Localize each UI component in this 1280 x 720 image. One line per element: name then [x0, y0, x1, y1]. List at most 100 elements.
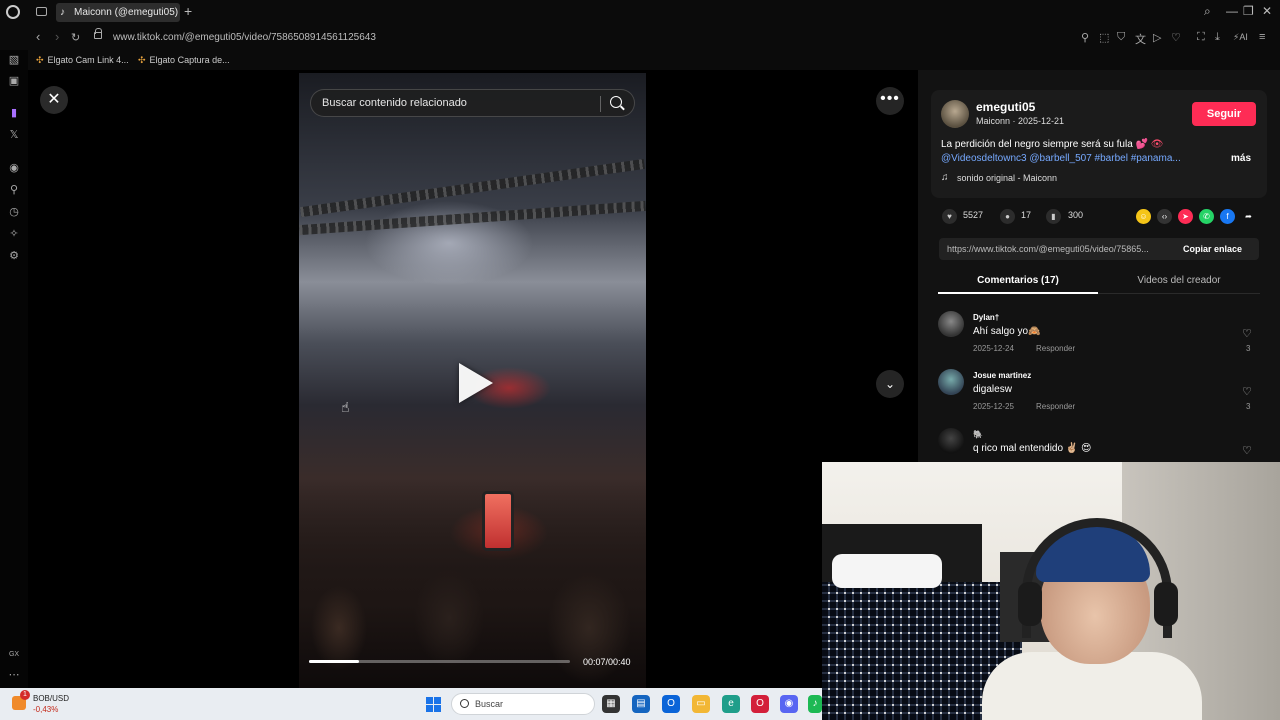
like-icon[interactable]: ♥: [942, 209, 957, 224]
commenter-avatar[interactable]: [938, 428, 964, 454]
extensions-icon[interactable]: ✧: [8, 227, 20, 240]
tab-creator-videos[interactable]: Videos del creador: [1098, 275, 1260, 286]
commenter-avatar[interactable]: [938, 311, 964, 337]
messenger-icon[interactable]: ▣: [8, 74, 20, 87]
more-link[interactable]: más: [1231, 153, 1251, 164]
copy-link-button[interactable]: Copiar enlace: [1183, 244, 1242, 254]
tab-bar: ♪ Maiconn (@emeguti05) | T + ⌕ — ❐ ✕: [0, 0, 1280, 24]
opera-gx-taskbar-icon[interactable]: O: [751, 695, 769, 713]
settings-icon[interactable]: ⚙: [8, 249, 20, 262]
spotify-icon[interactable]: ♪: [808, 695, 822, 713]
more-options-button[interactable]: •••: [876, 87, 904, 115]
restore-icon[interactable]: ❐: [1243, 4, 1254, 18]
back-icon[interactable]: ‹: [36, 29, 40, 44]
snapshot-icon[interactable]: ⬚: [1099, 31, 1109, 44]
translate-icon[interactable]: 文: [1135, 31, 1146, 47]
facebook-icon[interactable]: f: [1220, 209, 1235, 224]
search-icon[interactable]: [610, 96, 622, 108]
share-link[interactable]: https://www.tiktok.com/@emeguti05/video/…: [947, 244, 1149, 254]
minimize-icon[interactable]: —: [1226, 4, 1238, 18]
video-player[interactable]: Buscar contenido relacionado ☝ 00:07/00:…: [299, 73, 646, 688]
tab-islands-icon[interactable]: [36, 7, 47, 16]
whatsapp-icon[interactable]: ✆: [1199, 209, 1214, 224]
author-subline: Maiconn · 2025-12-21: [976, 116, 1065, 126]
start-icon[interactable]: [426, 697, 441, 712]
heart-icon[interactable]: ♡: [1171, 31, 1181, 44]
comment-text: q rico mal entendido ✌🏼 😍: [973, 443, 1092, 454]
comment-user[interactable]: 🐘: [973, 430, 983, 439]
author-handle[interactable]: emeguti05: [976, 100, 1035, 114]
comment-icon[interactable]: ●: [1000, 209, 1015, 224]
flow-icon[interactable]: ▷: [1153, 31, 1161, 44]
author-avatar[interactable]: [941, 100, 969, 128]
bookmark-item[interactable]: ✣ Elgato Cam Link 4...: [36, 55, 129, 66]
forward-icon[interactable]: ›: [55, 29, 59, 44]
new-tab-button[interactable]: +: [184, 3, 192, 19]
pin-icon[interactable]: ⚲: [1081, 31, 1089, 44]
close-video-button[interactable]: ✕: [40, 86, 68, 114]
x-icon[interactable]: 𝕏: [8, 128, 20, 141]
emoji-share-icon[interactable]: ☺: [1136, 209, 1151, 224]
comment-user[interactable]: Dylan†: [973, 313, 999, 322]
discord-icon[interactable]: ◉: [780, 695, 798, 713]
comment-like-count: 3: [1246, 344, 1251, 353]
file-explorer-icon[interactable]: ▭: [692, 695, 710, 713]
pinboard-icon[interactable]: ⚲: [8, 183, 20, 196]
tab-comments[interactable]: Comentarios (17): [938, 275, 1098, 286]
video-stage: ✕ ••• ⌄ Buscar contenido relacionado ☝ 0…: [28, 70, 918, 688]
tab-tiktok[interactable]: ♪ Maiconn (@emeguti05) | T: [56, 3, 180, 22]
tiktok-icon: ♪: [60, 7, 65, 18]
reply-button[interactable]: Responder: [1036, 344, 1075, 353]
music-credit[interactable]: sonido original - Maiconn: [957, 173, 1057, 183]
webcam-pillow: [832, 554, 942, 588]
close-window-icon[interactable]: ✕: [1262, 4, 1272, 18]
ticker-symbol[interactable]: BOB/USD: [33, 694, 69, 703]
next-video-button[interactable]: ⌄: [876, 370, 904, 398]
comment-user[interactable]: Josue martinez: [973, 371, 1031, 380]
task-view-icon[interactable]: ▦: [602, 695, 620, 713]
ai-icon[interactable]: ⚡AI: [1233, 32, 1248, 43]
comment-like-icon[interactable]: ♡: [1242, 385, 1252, 398]
embed-icon[interactable]: ‹›: [1157, 209, 1172, 224]
reply-button[interactable]: Responder: [1036, 402, 1075, 411]
url-field[interactable]: www.tiktok.com/@emeguti05/video/75865089…: [113, 32, 376, 43]
edge-icon[interactable]: e: [722, 695, 740, 713]
reload-icon[interactable]: ↻: [71, 31, 80, 44]
progress-bar[interactable]: [309, 660, 570, 663]
more-icon[interactable]: ⋯: [8, 668, 20, 681]
comment-like-icon[interactable]: ♡: [1242, 327, 1252, 340]
related-search-input[interactable]: Buscar contenido relacionado: [310, 89, 635, 117]
post-hashtags[interactable]: @Videosdeltownc3 @barbell_507 #barbel #p…: [941, 153, 1181, 164]
progress-fill: [309, 660, 359, 663]
bookmark-icon[interactable]: ▮: [1046, 209, 1061, 224]
address-bar: ‹ › ↻ www.tiktok.com/@emeguti05/video/75…: [0, 24, 1280, 50]
play-icon[interactable]: [459, 363, 493, 403]
bookmark-item[interactable]: ✣ Elgato Captura de...: [138, 55, 230, 66]
opera-gx-logo-icon[interactable]: [6, 5, 20, 19]
windows-taskbar: 1 BOB/USD -0,43% Buscar ▦ ▤ O ▭ e O ◉ ♪: [0, 688, 822, 720]
comment-date: 2025-12-24: [973, 344, 1014, 353]
ticker-change: -0,43%: [33, 705, 59, 714]
send-icon[interactable]: ➤: [1178, 209, 1193, 224]
menu-icon[interactable]: ≡: [1259, 31, 1265, 43]
download-icon[interactable]: ⤓: [1215, 31, 1220, 44]
commenter-avatar[interactable]: [938, 369, 964, 395]
speed-dial-icon[interactable]: ▧: [8, 53, 20, 66]
like-count: 5527: [963, 210, 984, 220]
search-tabs-icon[interactable]: ⌕: [1204, 4, 1211, 19]
player-icon[interactable]: ◉: [8, 161, 20, 174]
description-emojis: 💕 👁: [1135, 139, 1164, 150]
comment-like-icon[interactable]: ♡: [1242, 444, 1252, 457]
share-arrow-icon[interactable]: ➦: [1241, 209, 1256, 224]
outlook-icon[interactable]: O: [662, 695, 680, 713]
twitch-icon[interactable]: ▮: [8, 106, 20, 119]
shield-icon[interactable]: ⛉: [1117, 31, 1125, 44]
gx-label[interactable]: GX: [8, 651, 20, 658]
wallet-icon[interactable]: ⛶: [1197, 31, 1205, 44]
taskbar-search-input[interactable]: Buscar: [451, 693, 595, 715]
lock-icon: [94, 28, 102, 39]
history-icon[interactable]: ◷: [8, 205, 20, 218]
tab-title: Maiconn (@emeguti05) | T: [74, 7, 180, 18]
follow-button[interactable]: Seguir: [1192, 102, 1256, 126]
store-icon[interactable]: ▤: [632, 695, 650, 713]
